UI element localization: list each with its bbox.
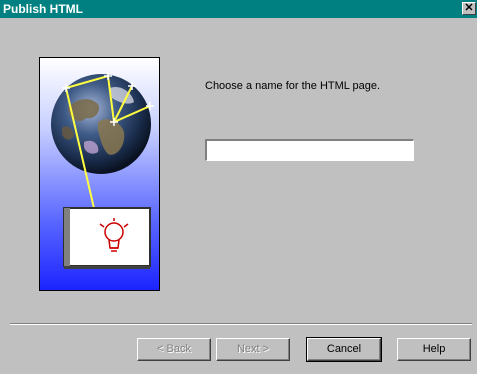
globe-illustration xyxy=(51,72,154,269)
close-icon: ✕ xyxy=(464,2,474,14)
cancel-button[interactable]: Cancel xyxy=(306,337,382,362)
wizard-illustration xyxy=(39,57,160,291)
back-button[interactable]: < Back xyxy=(137,338,211,361)
next-button[interactable]: Next > xyxy=(216,338,290,361)
title-bar: Publish HTML ✕ xyxy=(0,0,477,18)
name-prompt-label: Choose a name for the HTML page. xyxy=(205,80,381,92)
window-title: Publish HTML xyxy=(3,2,83,16)
help-button[interactable]: Help xyxy=(397,338,471,361)
html-page-name-input[interactable] xyxy=(205,139,414,161)
publish-html-dialog: Publish HTML ✕ Choose a name for the HTM… xyxy=(0,0,477,374)
button-separator xyxy=(10,323,472,325)
close-button[interactable]: ✕ xyxy=(462,2,476,15)
